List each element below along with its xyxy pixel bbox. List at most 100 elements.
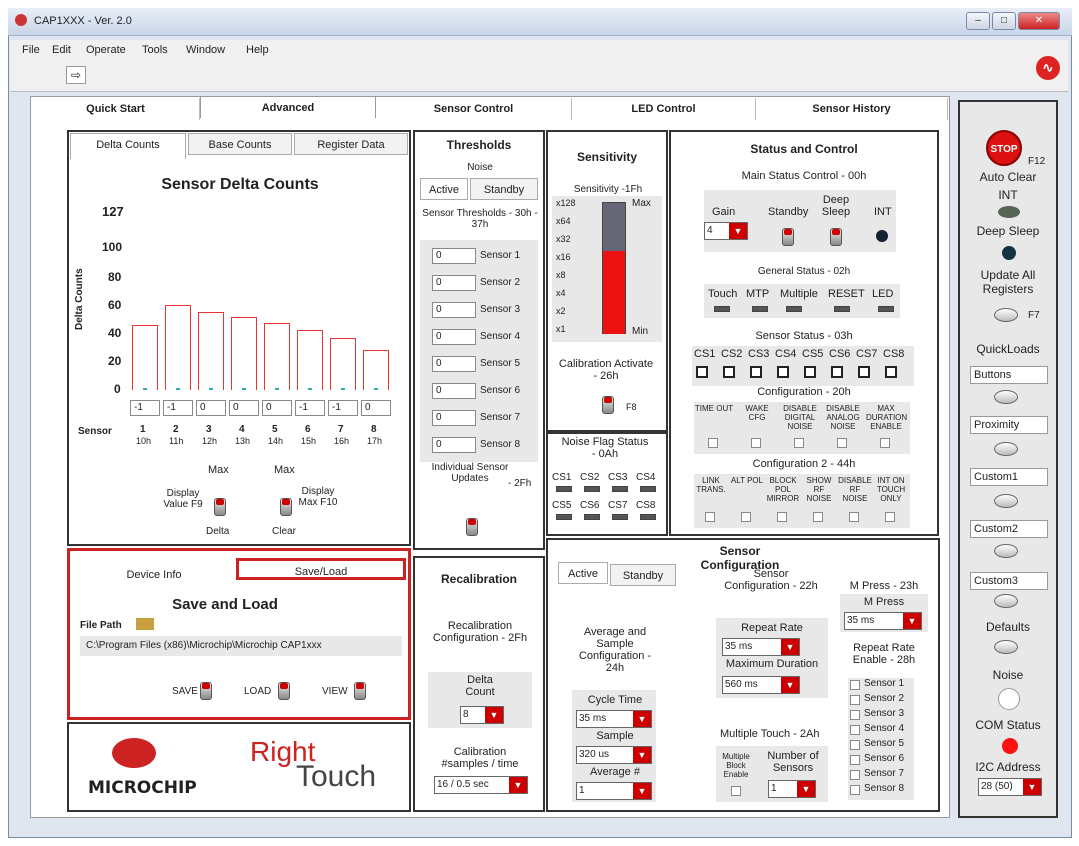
number-of-sensors-dropdown[interactable]: 1 ▼: [768, 780, 816, 798]
quickload-buttons-button[interactable]: [994, 390, 1018, 404]
sensor-number: 4: [239, 424, 245, 435]
quickload-custom1-button[interactable]: [994, 494, 1018, 508]
sensor-register: 15h: [301, 436, 317, 446]
minimize-button[interactable]: –: [966, 12, 990, 30]
individual-updates-toggle[interactable]: [466, 518, 478, 536]
close-button[interactable]: ✕: [1018, 12, 1060, 30]
calibration-samples-dropdown[interactable]: 16 / 0.5 sec ▼: [434, 776, 528, 794]
sample-dropdown[interactable]: 320 us ▼: [576, 746, 652, 764]
config-checkbox[interactable]: [751, 438, 761, 448]
sensor-thresholds-title: Sensor Thresholds - 30h - 37h: [422, 208, 538, 230]
subtab-base-counts[interactable]: Base Counts: [188, 133, 292, 155]
delta-input[interactable]: -1: [130, 400, 160, 416]
menu-file[interactable]: File: [22, 44, 40, 56]
load-toggle[interactable]: [278, 682, 290, 700]
i2c-address-dropdown[interactable]: 28 (50) ▼: [978, 778, 1042, 796]
delta-input[interactable]: -1: [295, 400, 325, 416]
delta-count-dropdown[interactable]: 8 ▼: [460, 706, 504, 724]
menu-help[interactable]: Help: [246, 44, 269, 56]
delta-input[interactable]: 0: [229, 400, 259, 416]
defaults-button[interactable]: [994, 640, 1018, 654]
save-toggle[interactable]: [200, 682, 212, 700]
rre-checkbox[interactable]: [850, 710, 860, 720]
rre-checkbox[interactable]: [850, 740, 860, 750]
threshold-input[interactable]: 0: [432, 437, 476, 453]
quickload-custom2-button[interactable]: [994, 544, 1018, 558]
threshold-input[interactable]: 0: [432, 248, 476, 264]
calibration-activate-toggle[interactable]: [602, 396, 614, 414]
sc-standby-tab[interactable]: Standby: [610, 564, 676, 586]
delta-input[interactable]: -1: [163, 400, 193, 416]
file-path-value[interactable]: C:\Program Files (x86)\Microchip\Microch…: [86, 640, 322, 651]
tab-sensor-control[interactable]: Sensor Control: [376, 98, 572, 120]
run-arrow-icon[interactable]: ⇨: [66, 66, 86, 84]
view-toggle[interactable]: [354, 682, 366, 700]
config2-checkbox[interactable]: [813, 512, 823, 522]
threshold-input[interactable]: 0: [432, 410, 476, 426]
mpress-dropdown[interactable]: 35 ms ▼: [844, 612, 922, 630]
maximize-button[interactable]: □: [992, 12, 1016, 30]
number-of-sensors-label: Number of Sensors: [767, 750, 819, 774]
noise-tab[interactable]: Noise: [420, 162, 540, 173]
delta-input[interactable]: -1: [328, 400, 358, 416]
sc-active-tab[interactable]: Active: [558, 562, 608, 584]
threshold-input[interactable]: 0: [432, 275, 476, 291]
max-duration-dropdown[interactable]: 560 ms ▼: [722, 676, 800, 694]
menu-operate[interactable]: Operate: [86, 44, 126, 56]
standby-tab[interactable]: Standby: [470, 178, 538, 200]
active-tab[interactable]: Active: [420, 178, 468, 200]
subtab-register-data[interactable]: Register Data: [294, 133, 408, 155]
menu-edit[interactable]: Edit: [52, 44, 71, 56]
menu-tools[interactable]: Tools: [142, 44, 168, 56]
stop-button[interactable]: STOP: [986, 130, 1022, 166]
dropdown-arrow-icon: ▼: [781, 639, 799, 655]
tab-sensor-history[interactable]: Sensor History: [756, 98, 948, 120]
threshold-input[interactable]: 0: [432, 302, 476, 318]
multiple-block-enable-checkbox[interactable]: [731, 786, 741, 796]
config-checkbox[interactable]: [880, 438, 890, 448]
average-dropdown[interactable]: 1 ▼: [576, 782, 652, 800]
menu-window[interactable]: Window: [186, 44, 225, 56]
rre-checkbox[interactable]: [850, 770, 860, 780]
folder-icon[interactable]: [136, 618, 154, 630]
config2-checkbox[interactable]: [741, 512, 751, 522]
delta-input[interactable]: 0: [262, 400, 292, 416]
config-checkbox[interactable]: [837, 438, 847, 448]
delta-input[interactable]: 0: [196, 400, 226, 416]
tab-device-info[interactable]: Device Info: [74, 564, 234, 586]
tab-quick-start[interactable]: Quick Start: [32, 98, 200, 120]
rre-checkbox[interactable]: [850, 725, 860, 735]
config2-checkbox[interactable]: [705, 512, 715, 522]
rre-checkbox[interactable]: [850, 680, 860, 690]
standby-toggle[interactable]: [782, 228, 794, 246]
rre-checkbox[interactable]: [850, 785, 860, 795]
rre-checkbox[interactable]: [850, 695, 860, 705]
config2-checkbox[interactable]: [777, 512, 787, 522]
tab-led-control[interactable]: LED Control: [572, 98, 756, 120]
quickload-proximity-button[interactable]: [994, 442, 1018, 456]
display-value-toggle[interactable]: [214, 498, 226, 516]
tab-advanced[interactable]: Advanced: [200, 96, 376, 118]
gain-dropdown[interactable]: 4 ▼: [704, 222, 748, 240]
threshold-input[interactable]: 0: [432, 329, 476, 345]
quickload-custom3-button[interactable]: [994, 594, 1018, 608]
config-checkbox[interactable]: [708, 438, 718, 448]
deep-sleep-label: Deep Sleep: [821, 194, 851, 218]
threshold-input[interactable]: 0: [432, 383, 476, 399]
file-path-label: File Path: [80, 620, 122, 631]
noise-flag-label: CS6: [580, 500, 600, 511]
deep-sleep-toggle[interactable]: [830, 228, 842, 246]
config2-checkbox[interactable]: [885, 512, 895, 522]
rre-checkbox[interactable]: [850, 755, 860, 765]
update-all-button[interactable]: [994, 308, 1018, 322]
subtab-delta-counts[interactable]: Delta Counts: [70, 133, 186, 159]
delta-input[interactable]: 0: [361, 400, 391, 416]
display-max-toggle[interactable]: [280, 498, 292, 516]
auto-clear-toggle[interactable]: [998, 206, 1020, 218]
repeat-rate-dropdown[interactable]: 35 ms ▼: [722, 638, 800, 656]
cycle-time-dropdown[interactable]: 35 ms ▼: [576, 710, 652, 728]
tab-save-load[interactable]: Save/Load: [236, 558, 406, 580]
config2-checkbox[interactable]: [849, 512, 859, 522]
threshold-input[interactable]: 0: [432, 356, 476, 372]
config-checkbox[interactable]: [794, 438, 804, 448]
